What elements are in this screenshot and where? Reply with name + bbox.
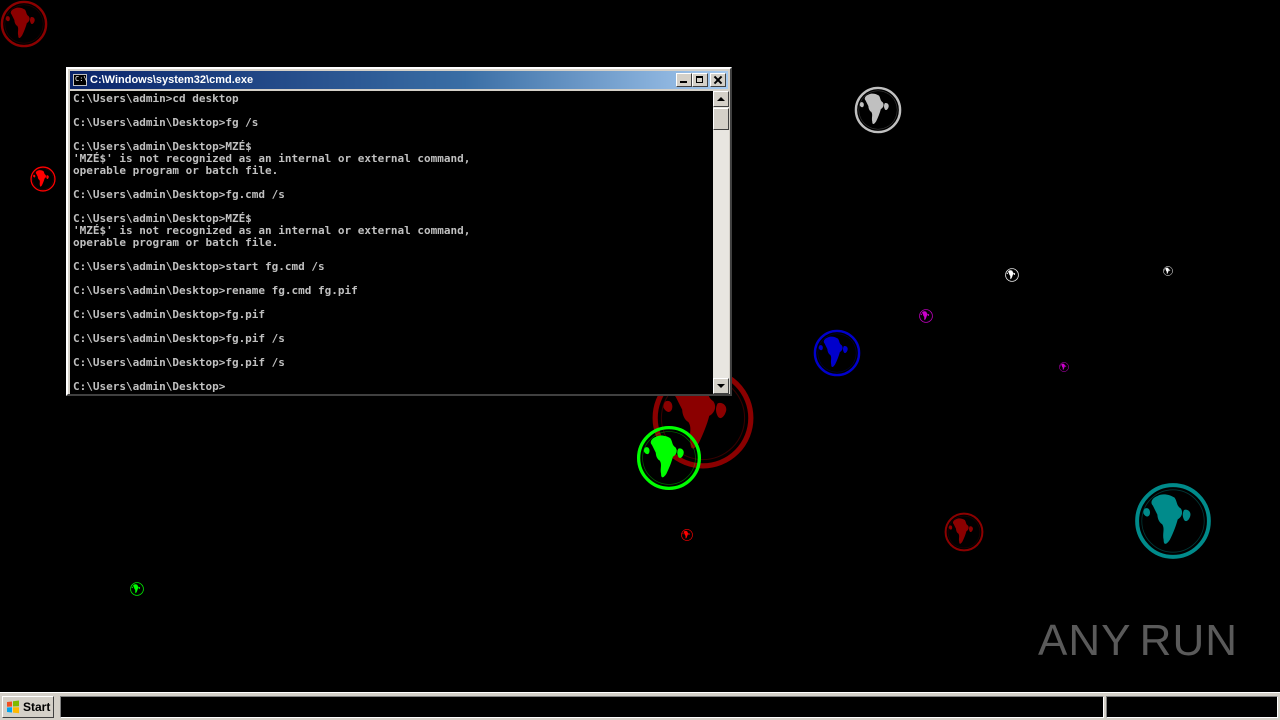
watermark-run: RUN — [1139, 616, 1238, 665]
scroll-up-button[interactable] — [713, 91, 729, 107]
window-controls — [676, 73, 726, 87]
globe-icon — [944, 512, 984, 552]
globe-icon — [636, 425, 702, 491]
cmd-titlebar[interactable]: C:\ C:\Windows\system32\cmd.exe — [70, 71, 728, 89]
globe-icon — [1005, 268, 1019, 282]
window-title: C:\Windows\system32\cmd.exe — [90, 74, 254, 86]
scroll-thumb[interactable] — [713, 108, 729, 130]
close-button[interactable] — [710, 73, 726, 87]
console-output[interactable]: C:\Users\admin>cd desktop C:\Users\admin… — [70, 91, 713, 394]
globe-icon — [1163, 266, 1173, 276]
windows-logo-icon — [7, 700, 19, 714]
maximize-button[interactable] — [692, 73, 708, 87]
globe-icon — [813, 329, 861, 377]
start-label: Start — [23, 700, 51, 714]
watermark-any: ANY — [1038, 616, 1132, 665]
system-tray[interactable] — [1106, 696, 1278, 718]
globe-icon — [1134, 482, 1212, 560]
minimize-button[interactable] — [676, 73, 692, 87]
globe-icon — [0, 0, 48, 48]
cmd-window[interactable]: C:\ C:\Windows\system32\cmd.exe C:\Users… — [66, 67, 732, 396]
vertical-scrollbar[interactable] — [713, 91, 729, 394]
cmd-app-icon[interactable]: C:\ — [73, 74, 88, 86]
globe-icon — [1059, 362, 1069, 372]
globe-icon — [30, 166, 56, 192]
console-text: C:\Users\admin>cd desktop C:\Users\admin… — [73, 92, 471, 393]
globe-icon — [681, 529, 693, 541]
taskbar-buttons-area[interactable] — [60, 696, 1104, 718]
anyrun-watermark: ANY RUN — [1038, 606, 1238, 676]
globe-icon — [854, 86, 902, 134]
start-button[interactable]: Start — [2, 696, 54, 718]
globe-icon — [130, 582, 144, 596]
taskbar: Start — [0, 692, 1280, 720]
scroll-down-button[interactable] — [713, 378, 729, 394]
globe-icon — [919, 309, 933, 323]
